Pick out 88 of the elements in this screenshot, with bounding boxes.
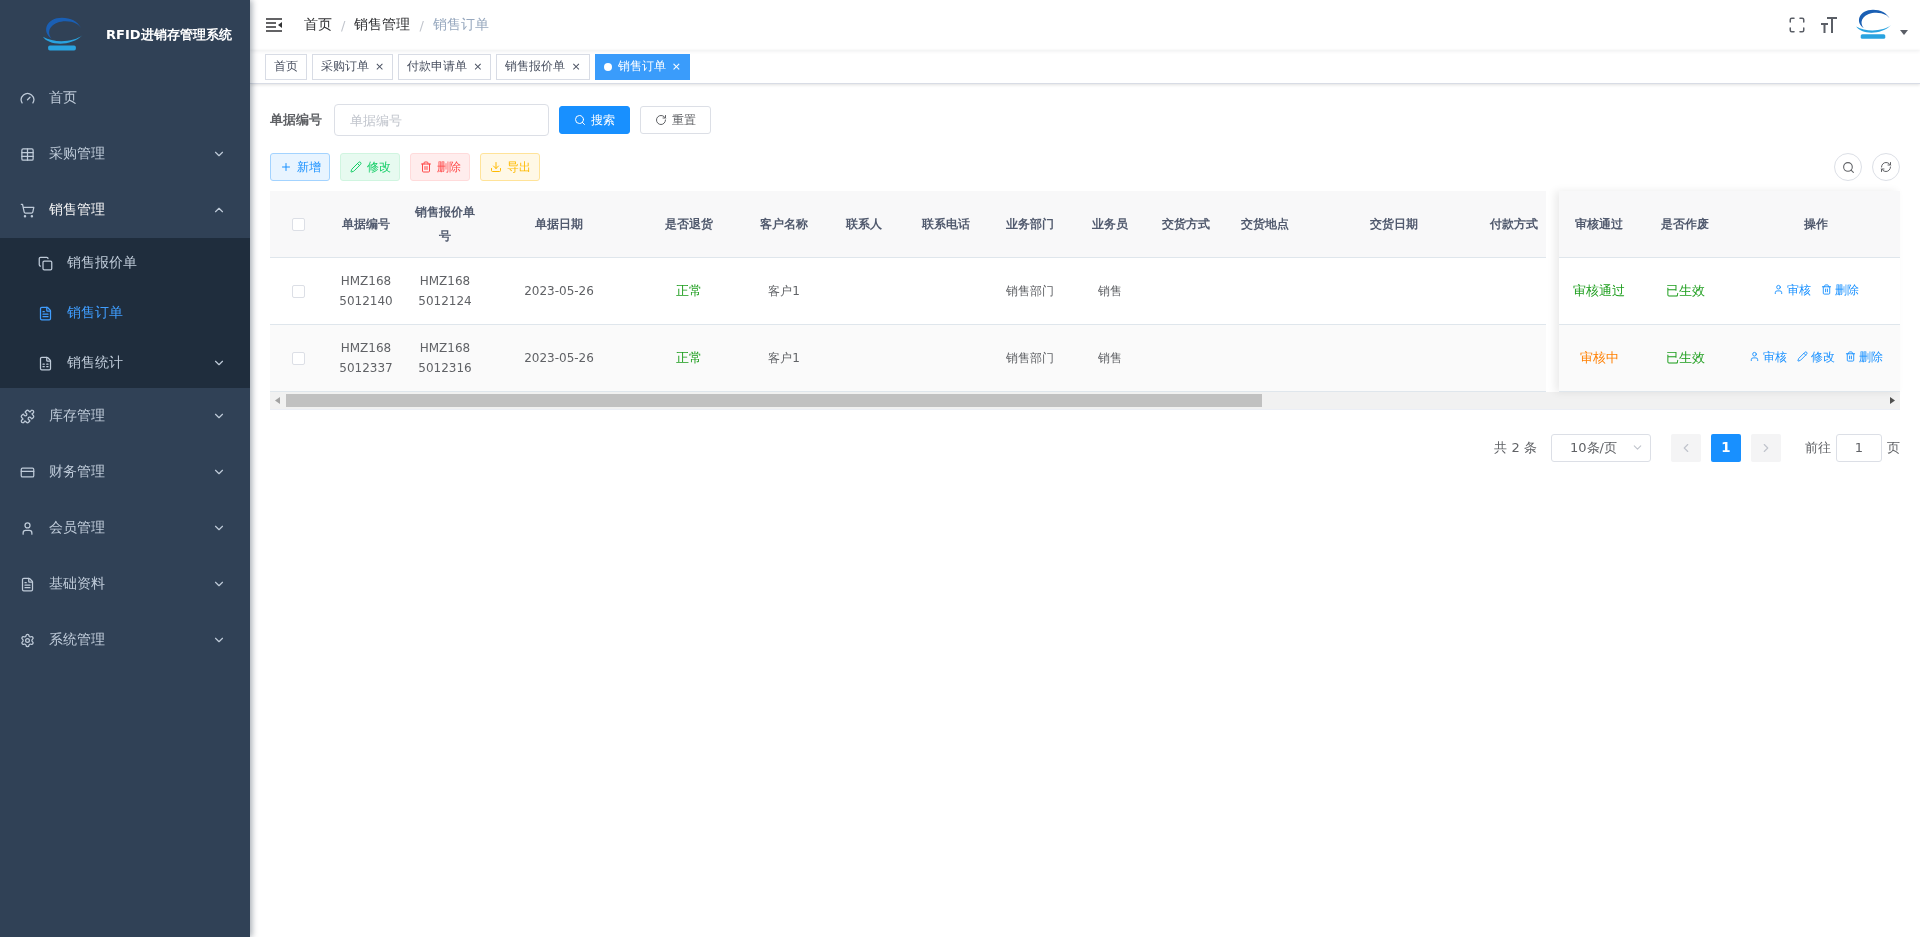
table-cell-text: 客户1 [768, 349, 800, 367]
scroll-right-icon[interactable] [1890, 396, 1895, 404]
table-cell-text: 销售部门 [1006, 349, 1054, 367]
field-label: 单据编号 [270, 111, 322, 129]
column-header: 客户名称 [760, 215, 808, 233]
scroll-left-icon[interactable] [275, 396, 280, 404]
total-count: 共 2 条 [1494, 438, 1537, 457]
user-icon [1748, 351, 1760, 363]
sidebar-subitem[interactable]: 销售统计 [0, 338, 250, 388]
sidebar-item[interactable]: 销售管理 [0, 182, 250, 238]
plus-icon [279, 161, 292, 173]
table-cell-text: 正常 [676, 348, 702, 367]
column-header: 是否作废 [1661, 215, 1709, 233]
sidebar-item[interactable]: 基础资料 [0, 556, 250, 612]
page-suffix: 页 [1887, 438, 1900, 457]
user-icon [1772, 284, 1784, 296]
trash-icon [1820, 284, 1832, 296]
table-cell-text: 销售 [1098, 349, 1122, 367]
audit-link[interactable]: 审核 [1772, 279, 1811, 300]
column-header: 交货日期 [1370, 215, 1418, 233]
table-cell-text: 2023-05-26 [524, 282, 594, 300]
refresh-button[interactable] [1872, 153, 1900, 181]
column-header: 业务部门 [1006, 215, 1054, 233]
tab[interactable]: 首页 [265, 53, 307, 80]
pencil-icon [1796, 351, 1808, 363]
reset-button[interactable]: 重置 [640, 106, 711, 134]
pencil-icon [349, 161, 362, 173]
column-header: 业务员 [1092, 215, 1128, 233]
breadcrumb-item[interactable]: 销售管理 [354, 16, 411, 34]
column-header: 交货地点 [1241, 215, 1289, 233]
column-header: 销售报价单号 [414, 203, 476, 245]
app-title: RFID进销存管理系统 [106, 26, 232, 44]
checkbox[interactable] [291, 217, 305, 231]
table-cell-text: 正常 [676, 281, 702, 300]
status-text: 已生效 [1665, 348, 1705, 367]
breadcrumb-item: 销售订单 [432, 16, 489, 34]
table-cell-text: HMZ1685012140 [338, 272, 394, 310]
delete-link[interactable]: 删除 [1820, 279, 1859, 300]
page-size-select[interactable]: 10条/页 [1551, 433, 1651, 462]
column-header: 审核通过 [1575, 215, 1623, 233]
table-cell-text: 客户1 [768, 282, 800, 300]
sidebar-item[interactable]: 首页 [0, 70, 250, 126]
status-text: 审核通过 [1573, 281, 1625, 300]
status-text: 审核中 [1579, 348, 1619, 367]
column-header: 交货方式 [1162, 215, 1210, 233]
sidebar-item[interactable]: 财务管理 [0, 444, 250, 500]
refresh-icon [1880, 161, 1892, 173]
download-icon [489, 161, 502, 173]
search-icon [574, 114, 586, 126]
tab[interactable]: 采购订单 × [312, 53, 394, 80]
sidebar-item[interactable]: 采购管理 [0, 126, 250, 182]
table-cell-text: 2023-05-26 [524, 349, 594, 367]
column-header: 单据日期 [535, 215, 583, 233]
breadcrumb-separator: / [419, 17, 424, 33]
column-header: 是否退货 [665, 215, 713, 233]
search-toggle-button[interactable] [1834, 153, 1862, 181]
column-header: 联系电话 [922, 215, 970, 233]
sidebar-item[interactable]: 库存管理 [0, 388, 250, 444]
table-cell-text: HMZ1685012337 [338, 339, 394, 377]
goto-label: 前往 [1805, 438, 1831, 457]
reset-icon [655, 114, 667, 126]
table-cell-text: HMZ1685012316 [417, 339, 473, 377]
sidebar-subitem[interactable]: 销售订单 [0, 288, 250, 338]
status-text: 已生效 [1665, 281, 1705, 300]
breadcrumb-item[interactable]: 首页 [304, 16, 332, 34]
tab[interactable]: 销售报价单 × [496, 53, 590, 80]
trash-icon [419, 161, 432, 173]
font-size-icon[interactable] [1820, 16, 1838, 34]
breadcrumb-separator: / [341, 17, 346, 33]
caret-icon[interactable] [1900, 29, 1908, 35]
sidebar-subitem[interactable]: 销售报价单 [0, 238, 250, 288]
table-cell-text: HMZ1685012124 [417, 272, 473, 310]
trash-icon [1844, 351, 1856, 363]
tab[interactable]: 付款申请单 × [398, 53, 492, 80]
column-header: 操作 [1803, 215, 1828, 233]
checkbox[interactable] [291, 284, 305, 298]
table-cell-text: 销售 [1098, 282, 1122, 300]
sidebar-item[interactable]: 会员管理 [0, 500, 250, 556]
column-header: 付款方式 [1490, 215, 1538, 233]
search-icon [1841, 160, 1855, 174]
sidebar-item[interactable]: 系统管理 [0, 612, 250, 668]
search-field[interactable]: 单据编号 [334, 104, 549, 136]
table-cell-text: 销售部门 [1006, 282, 1054, 300]
fullscreen-icon[interactable] [1788, 16, 1806, 34]
page-input[interactable]: 1 [1836, 433, 1882, 462]
checkbox[interactable] [291, 351, 305, 365]
column-header: 联系人 [846, 215, 882, 233]
column-header: 单据编号 [342, 215, 390, 233]
